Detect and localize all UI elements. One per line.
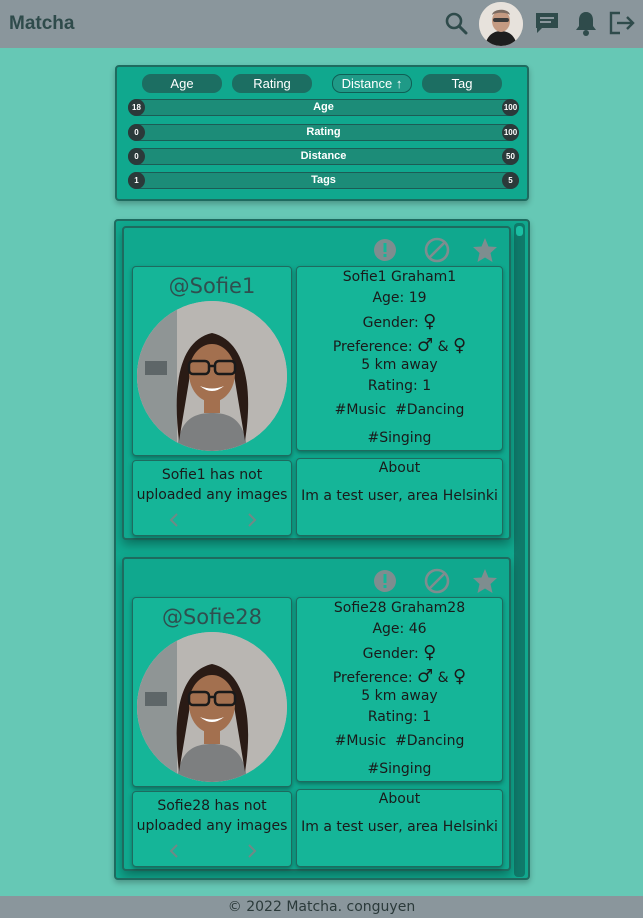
tags-range-slider[interactable]: Tags 1 5	[128, 172, 519, 189]
profile-age: Age: 46	[372, 621, 427, 637]
chevron-left-icon[interactable]	[167, 841, 181, 861]
footer: © 2022 Matcha. conguyen	[0, 896, 643, 918]
preference-label: Preference:	[332, 670, 413, 686]
gender-label: Gender:	[362, 646, 419, 662]
profile-distance: 5 km away	[361, 688, 438, 704]
female-icon: ♀	[423, 642, 437, 663]
about-text: Im a test user, area Helsinki	[301, 819, 498, 835]
tags-max-handle[interactable]: 5	[502, 172, 519, 189]
top-navbar: Matcha	[0, 0, 643, 48]
images-gallery-box: Sofie28 has not uploaded any images	[132, 791, 292, 867]
rating-slider-label: Rating	[306, 126, 341, 138]
profiles-list[interactable]: @Sofie1 Sofie1 has not uploaded any imag…	[114, 219, 530, 880]
preference-join: &	[437, 670, 449, 686]
bell-icon[interactable]	[571, 8, 601, 38]
profile-rating: Rating: 1	[367, 378, 432, 394]
star-icon[interactable]	[472, 237, 498, 263]
profile-username[interactable]: @Sofie1	[133, 274, 291, 298]
chevron-left-icon[interactable]	[167, 510, 181, 530]
profile-tags-2: #Singing	[367, 430, 432, 446]
gender-label: Gender:	[362, 315, 419, 331]
sort-rating-button[interactable]: Rating	[232, 74, 312, 93]
profile-tags: #Music #Dancing	[334, 733, 465, 749]
no-images-message: Sofie28 has not uploaded any images	[136, 798, 288, 834]
age-min-handle[interactable]: 18	[128, 99, 145, 116]
rating-range-slider[interactable]: Rating 0 100	[128, 124, 519, 141]
profile-info-box: Sofie1 Graham1 Age: 19 Gender: ♀ Prefere…	[296, 266, 503, 451]
age-range-slider[interactable]: Age 18 100	[128, 99, 519, 116]
profile-gender: Gender: ♀	[297, 311, 502, 332]
about-title: About	[378, 791, 421, 807]
images-gallery-box: Sofie1 has not uploaded any images	[132, 460, 292, 536]
preference-join: &	[437, 339, 449, 355]
about-box: About Im a test user, area Helsinki	[296, 789, 503, 867]
preference-label: Preference:	[332, 339, 413, 355]
profile-preference: Preference: ♂ & ♀	[297, 335, 502, 356]
scrollbar-thumb[interactable]	[516, 226, 523, 236]
sort-age-button[interactable]: Age	[142, 74, 222, 93]
list-scrollbar[interactable]	[514, 223, 525, 877]
profile-info-box: Sofie28 Graham28 Age: 46 Gender: ♀ Prefe…	[296, 597, 503, 782]
chat-icon[interactable]	[532, 8, 562, 38]
age-max-handle[interactable]: 100	[502, 99, 519, 116]
logout-icon[interactable]	[607, 8, 637, 38]
distance-range-slider[interactable]: Distance 0 50	[128, 148, 519, 165]
profile-username[interactable]: @Sofie28	[133, 605, 291, 629]
profile-age: Age: 19	[372, 290, 427, 306]
chevron-right-icon[interactable]	[245, 510, 259, 530]
female-icon: ♀	[423, 311, 437, 332]
filter-sort-panel: Age Rating Distance ↑ Tag Age 18 100 Rat…	[115, 65, 529, 201]
tags-slider-label: Tags	[311, 174, 336, 186]
chevron-right-icon[interactable]	[245, 841, 259, 861]
star-icon[interactable]	[472, 568, 498, 594]
profile-tags-2: #Singing	[367, 761, 432, 777]
about-box: About Im a test user, area Helsinki	[296, 458, 503, 536]
user-avatar[interactable]	[479, 2, 523, 46]
report-icon[interactable]	[372, 237, 398, 263]
profile-full-name: Sofie1 Graham1	[342, 269, 457, 285]
profile-distance: 5 km away	[361, 357, 438, 373]
app-logo[interactable]: Matcha	[9, 13, 74, 35]
distance-min-handle[interactable]: 0	[128, 148, 145, 165]
female-icon: ♀	[453, 666, 467, 687]
profile-card: @Sofie28 Sofie28 has not uploaded any im…	[122, 557, 511, 871]
profile-photo[interactable]	[137, 632, 287, 782]
distance-slider-label: Distance	[300, 150, 347, 162]
sort-distance-button[interactable]: Distance ↑	[332, 74, 412, 93]
profile-full-name: Sofie28 Graham28	[333, 600, 466, 616]
block-icon[interactable]	[424, 568, 450, 594]
profile-photo[interactable]	[137, 301, 287, 451]
report-icon[interactable]	[372, 568, 398, 594]
age-slider-label: Age	[313, 101, 334, 113]
male-icon: ♂	[417, 666, 434, 687]
male-icon: ♂	[417, 335, 434, 356]
about-title: About	[378, 460, 421, 476]
block-icon[interactable]	[424, 237, 450, 263]
distance-max-handle[interactable]: 50	[502, 148, 519, 165]
profile-photo-box: @Sofie1	[132, 266, 292, 456]
profile-rating: Rating: 1	[367, 709, 432, 725]
profile-gender: Gender: ♀	[297, 642, 502, 663]
about-text: Im a test user, area Helsinki	[301, 488, 498, 504]
female-icon: ♀	[453, 335, 467, 356]
profile-card: @Sofie1 Sofie1 has not uploaded any imag…	[122, 226, 511, 540]
profile-tags: #Music #Dancing	[334, 402, 465, 418]
sort-tag-button[interactable]: Tag	[422, 74, 502, 93]
no-images-message: Sofie1 has not uploaded any images	[136, 467, 288, 503]
rating-min-handle[interactable]: 0	[128, 124, 145, 141]
rating-max-handle[interactable]: 100	[502, 124, 519, 141]
profile-photo-box: @Sofie28	[132, 597, 292, 787]
search-icon[interactable]	[441, 8, 471, 38]
profile-preference: Preference: ♂ & ♀	[297, 666, 502, 687]
tags-min-handle[interactable]: 1	[128, 172, 145, 189]
